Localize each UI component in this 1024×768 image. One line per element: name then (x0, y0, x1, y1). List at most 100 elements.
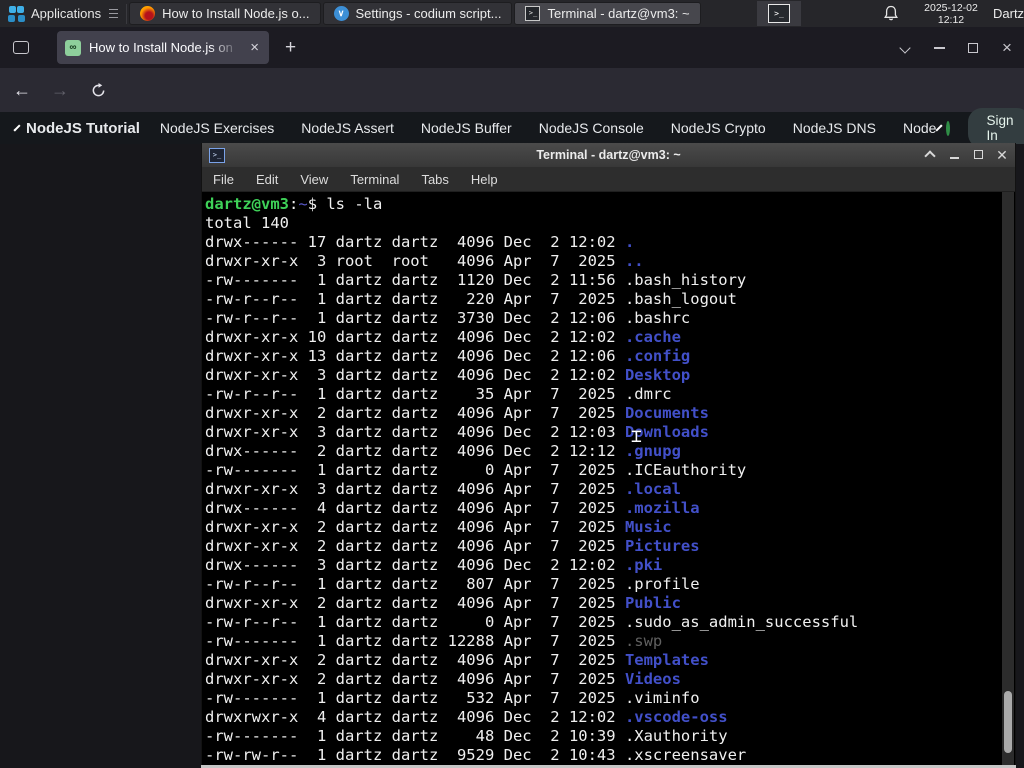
terminal-content: dartz@vm3:~$ ls -la total 140 drwx------… (202, 192, 1015, 765)
maximize-icon (968, 42, 978, 53)
minimize-icon (933, 46, 945, 49)
file-name: Pictures (624, 537, 700, 555)
clock-time: 12:12 (937, 14, 965, 27)
file-name: Templates (624, 651, 709, 669)
notification-bell-icon[interactable] (883, 5, 899, 22)
terminal-launcher[interactable]: >_ (757, 1, 801, 26)
shade-icon[interactable] (924, 150, 936, 162)
file-name: .bashrc (624, 309, 691, 327)
nav-link-console[interactable]: NodeJS Console (539, 120, 644, 136)
minimize-icon[interactable] (949, 157, 959, 159)
nav-link-tutorial[interactable]: NodeJS Tutorial (26, 120, 140, 137)
forward-button[interactable]: → (44, 74, 76, 106)
firefox-tab-bar: ∞ How to Install Node.js on × + × (0, 27, 1024, 68)
nav-scroll-left-icon[interactable] (13, 124, 21, 132)
nav-link-exercises[interactable]: NodeJS Exercises (160, 120, 274, 136)
user-menu[interactable]: Dartz (993, 6, 1024, 21)
reload-button[interactable] (82, 74, 114, 106)
terminal-scrollbar[interactable] (1002, 192, 1014, 765)
taskbar-button-title: Settings - codium script... (355, 6, 502, 21)
terminal-icon: >_ (525, 6, 541, 21)
menu-tabs[interactable]: Tabs (410, 172, 459, 187)
terminal-output: dartz@vm3:~$ ls -la total 140 drwx------… (205, 195, 859, 764)
list-tabs-button[interactable] (888, 27, 922, 68)
search-icon[interactable] (946, 120, 951, 136)
nav-link-crypto[interactable]: NodeJS Crypto (671, 120, 766, 136)
sign-in-button[interactable]: Sign In (968, 108, 1024, 148)
file-name: .mozilla (624, 499, 700, 517)
file-name: Desktop (624, 366, 691, 384)
xubuntu-logo-icon (8, 5, 25, 22)
file-name: .config (624, 347, 691, 365)
taskbar-button-firefox[interactable]: How to Install Node.js o... (129, 2, 321, 25)
file-name: .dmrc (624, 385, 672, 403)
file-name: .profile (624, 575, 700, 593)
menu-file[interactable]: File (202, 172, 245, 187)
file-name: . (624, 233, 635, 251)
browser-close-button[interactable]: × (990, 27, 1024, 68)
back-button[interactable]: ← (6, 74, 38, 106)
taskbar-button-codium[interactable]: ∨ Settings - codium script... (322, 2, 513, 25)
clock[interactable]: 2025-12-02 12:12 (915, 2, 987, 27)
file-name: Public (624, 594, 681, 612)
chevron-down-icon (899, 41, 911, 54)
tab-title: How to Install Node.js on (89, 40, 233, 55)
nav-link-dns[interactable]: NodeJS DNS (793, 120, 876, 136)
firefox-toolbar: ← → https://www.geeksforgeeks.org/node-j… (0, 68, 1024, 174)
terminal-menubar: File Edit View Terminal Tabs Help (202, 167, 1015, 192)
terminal-titlebar[interactable]: >_ Terminal - dartz@vm3: ~ ✕ (202, 143, 1015, 167)
menu-lines-icon (109, 9, 119, 18)
nav-link-buffer[interactable]: NodeJS Buffer (421, 120, 512, 136)
file-name: .sudo_as_admin_successful (624, 613, 859, 631)
browser-maximize-button[interactable] (956, 27, 990, 68)
file-name: .bash_history (624, 271, 747, 289)
codium-icon: ∨ (333, 6, 349, 21)
taskbar: How to Install Node.js o... ∨ Settings -… (127, 0, 701, 27)
taskbar-button-title: How to Install Node.js o... (162, 6, 310, 21)
site-navbar: NodeJS Tutorial NodeJS Exercises NodeJS … (0, 108, 1024, 148)
nav-link-assert[interactable]: NodeJS Assert (301, 120, 394, 136)
maximize-icon[interactable] (973, 150, 983, 159)
nav-scroll-right-icon[interactable] (935, 124, 943, 132)
new-tab-button[interactable]: + (285, 37, 296, 59)
file-name: .cache (624, 328, 681, 346)
gfg-favicon: ∞ (65, 39, 81, 56)
taskbar-button-terminal[interactable]: >_ Terminal - dartz@vm3: ~ (514, 2, 701, 25)
applications-label: Applications (31, 6, 102, 21)
menu-view[interactable]: View (289, 172, 339, 187)
file-name: .viminfo (624, 689, 700, 707)
close-icon: × (1002, 38, 1012, 57)
terminal-title: Terminal - dartz@vm3: ~ (536, 148, 681, 162)
file-name: Music (624, 518, 672, 536)
file-name: .bash_logout (624, 290, 737, 308)
desktop: Applications How to Install Node.js o...… (0, 0, 1024, 768)
file-name: .vscode-oss (624, 708, 728, 726)
menu-terminal[interactable]: Terminal (339, 172, 410, 187)
menu-edit[interactable]: Edit (245, 172, 289, 187)
browser-minimize-button[interactable] (922, 27, 956, 68)
file-name: .Xauthority (624, 727, 728, 745)
taskbar-button-title: Terminal - dartz@vm3: ~ (547, 6, 690, 21)
file-name: .. (624, 252, 644, 270)
nav-link-clipped[interactable]: Node (903, 120, 936, 136)
menu-help[interactable]: Help (460, 172, 509, 187)
firefox-view-icon[interactable] (13, 41, 29, 54)
file-name: .xscreensaver (624, 746, 747, 764)
applications-menu-button[interactable]: Applications (0, 0, 126, 27)
terminal-window: >_ Terminal - dartz@vm3: ~ ✕ File Edit V… (201, 143, 1016, 768)
scrollbar-thumb[interactable] (1004, 691, 1012, 753)
file-name: .local (624, 480, 681, 498)
top-panel: Applications How to Install Node.js o...… (0, 0, 1024, 27)
file-name: .pki (624, 556, 663, 574)
close-icon[interactable]: ✕ (995, 148, 1009, 162)
file-name: Documents (624, 404, 709, 422)
file-name: .ICEauthority (624, 461, 747, 479)
browser-tab[interactable]: ∞ How to Install Node.js on × (57, 31, 269, 64)
mouse-ibeam-cursor: ⌶ (631, 426, 642, 447)
file-name: Videos (624, 670, 681, 688)
clock-date: 2025-12-02 (924, 2, 978, 14)
terminal-launcher-icon: >_ (768, 4, 790, 23)
tab-close-icon[interactable]: × (248, 39, 261, 56)
file-name: .swp (624, 632, 663, 650)
firefox-icon (140, 6, 156, 21)
